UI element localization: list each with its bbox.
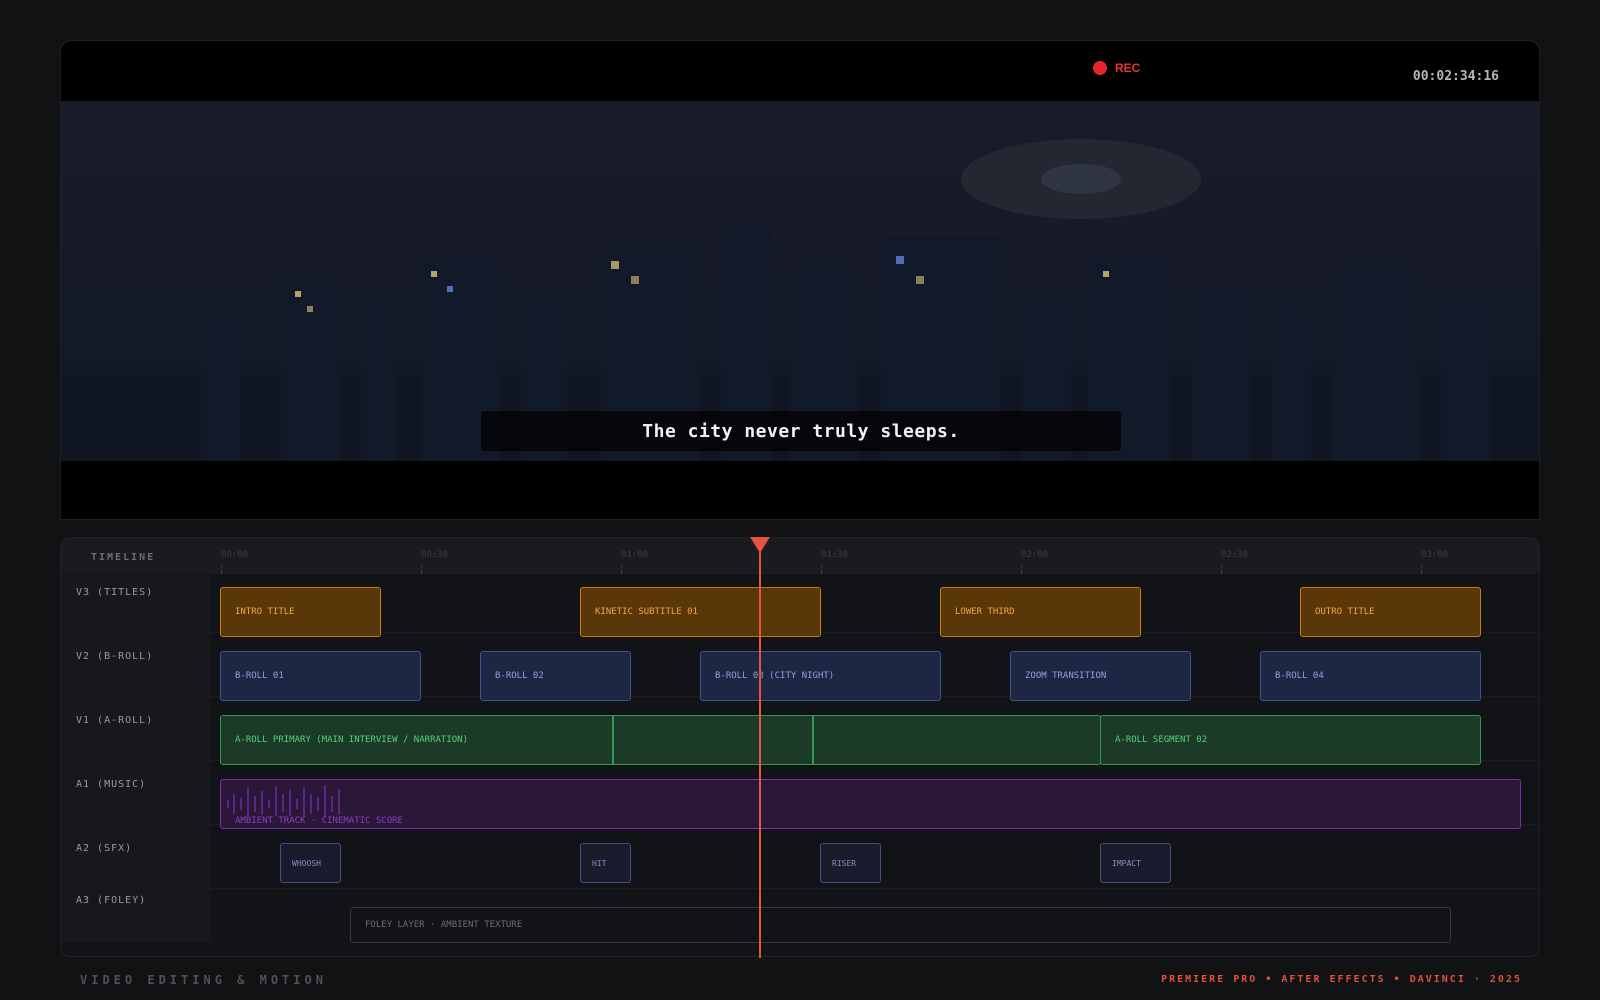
playhead-line[interactable]	[759, 548, 761, 958]
ruler-tick-label: 02:00	[1021, 550, 1049, 560]
ruler-tick-label: 03:00	[1421, 550, 1449, 560]
clip-sfx[interactable]: HIT	[580, 843, 631, 883]
playhead-handle-icon[interactable]	[750, 537, 770, 553]
track-label-a1[interactable]: A1 (MUSIC)	[76, 779, 146, 790]
clip-sfx[interactable]: WHOOSH	[280, 843, 341, 883]
clip-aroll[interactable]: A-ROLL PRIMARY (MAIN INTERVIEW / NARRATI…	[220, 715, 1101, 765]
letterbox-bottom	[61, 461, 1539, 519]
cut-marker	[812, 716, 814, 764]
track-label-v1[interactable]: V1 (A-ROLL)	[76, 715, 153, 726]
clip-broll[interactable]: B-ROLL 04	[1260, 651, 1481, 701]
clip-broll[interactable]: ZOOM TRANSITION	[1010, 651, 1191, 701]
clip-music[interactable]: AMBIENT TRACK · CINEMATIC SCORE	[220, 779, 1521, 829]
ruler-tick-label: 02:30	[1221, 550, 1249, 560]
recording-indicator: REC	[1093, 61, 1140, 75]
record-dot-icon	[1093, 61, 1107, 75]
subtitle-caption: The city never truly sleeps.	[481, 411, 1121, 451]
track-divider	[211, 888, 1539, 889]
clip-title[interactable]: LOWER THIRD	[940, 587, 1141, 637]
clip-broll[interactable]: B-ROLL 02	[480, 651, 631, 701]
track-divider	[211, 568, 1539, 569]
clip-aroll[interactable]: A-ROLL SEGMENT 02	[1100, 715, 1481, 765]
cut-marker	[612, 716, 614, 764]
ruler-tick-label: 00:00	[221, 550, 249, 560]
clip-sfx[interactable]: IMPACT	[1100, 843, 1171, 883]
timeline-panel[interactable]: TIMELINE 00:00 00:30 01:00 01:30 02:00 0…	[60, 537, 1540, 957]
rec-label: REC	[1115, 61, 1141, 75]
track-label-a3[interactable]: A3 (FOLEY)	[76, 895, 146, 906]
video-preview: REC 00:02:34:16 The city never truly sle…	[60, 40, 1540, 520]
clip-title[interactable]: OUTRO TITLE	[1300, 587, 1481, 637]
clip-foley[interactable]: FOLEY LAYER · AMBIENT TEXTURE	[350, 907, 1451, 943]
letterbox-top	[61, 41, 1539, 101]
footer-tools-list: PREMIERE PRO • AFTER EFFECTS • DAVINCI ·…	[1161, 974, 1522, 985]
city-skyline-image	[61, 139, 1539, 461]
ruler-tick-label: 00:30	[421, 550, 449, 560]
clip-broll[interactable]: B-ROLL 01	[220, 651, 421, 701]
footer-section-title: VIDEO EDITING & MOTION	[80, 973, 327, 987]
timecode-display: 00:02:34:16	[1412, 69, 1499, 84]
clip-broll[interactable]: B-ROLL 03 (CITY NIGHT)	[700, 651, 941, 701]
clip-music-label: AMBIENT TRACK · CINEMATIC SCORE	[235, 816, 403, 826]
clip-aroll-label: A-ROLL PRIMARY (MAIN INTERVIEW / NARRATI…	[235, 735, 468, 745]
city-night-scene	[61, 101, 1539, 461]
ruler-tick-label: 01:00	[621, 550, 649, 560]
clip-title[interactable]: INTRO TITLE	[220, 587, 381, 637]
track-label-v2[interactable]: V2 (B-ROLL)	[76, 651, 153, 662]
ruler-tick-label: 01:30	[821, 550, 849, 560]
track-header-column	[61, 574, 211, 942]
clip-title[interactable]: KINETIC SUBTITLE 01	[580, 587, 821, 637]
clip-sfx[interactable]: RISER	[820, 843, 881, 883]
track-label-a2[interactable]: A2 (SFX)	[76, 843, 132, 854]
track-label-v3[interactable]: V3 (TITLES)	[76, 587, 153, 598]
